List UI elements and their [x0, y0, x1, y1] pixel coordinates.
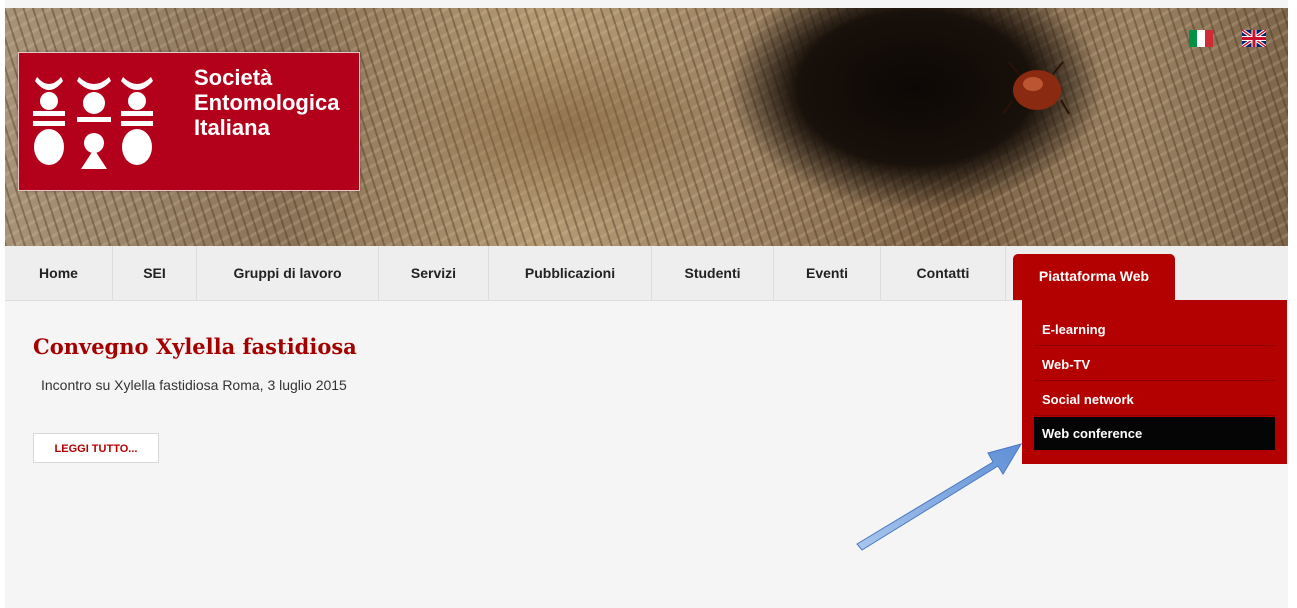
nav-studenti[interactable]: Studenti — [652, 246, 774, 300]
nav-servizi[interactable]: Servizi — [379, 246, 489, 300]
page: Società Entomologica Italiana Home SEI G… — [5, 0, 1288, 608]
header-banner: Società Entomologica Italiana — [5, 8, 1288, 246]
ant-logo-icon — [33, 77, 153, 169]
nav-contatti[interactable]: Contatti — [881, 246, 1006, 300]
main-nav: Home SEI Gruppi di lavoro Servizi Pubbli… — [5, 246, 1288, 301]
uk-flag-icon[interactable] — [1242, 30, 1266, 47]
logo-line-2: Entomologica — [194, 90, 340, 115]
dropdown-item-e-learning[interactable]: E-learning — [1034, 313, 1275, 346]
piattaforma-web-dropdown: E-learning Web-TV Social network Web con… — [1022, 300, 1287, 464]
nav-gruppi-di-lavoro[interactable]: Gruppi di lavoro — [197, 246, 379, 300]
article-text: Incontro su Xylella fastidiosa Roma, 3 l… — [41, 377, 347, 393]
nav-eventi[interactable]: Eventi — [774, 246, 881, 300]
dropdown-item-web-tv[interactable]: Web-TV — [1034, 348, 1275, 381]
logo-text: Società Entomologica Italiana — [194, 65, 339, 140]
read-more-button[interactable]: LEGGI TUTTO... — [33, 433, 159, 463]
ant-photo — [1003, 61, 1070, 115]
article-title[interactable]: Convegno Xylella fastidiosa — [33, 334, 357, 359]
annotation-arrow-icon — [856, 443, 1023, 551]
dropdown-item-web-conference[interactable]: Web conference — [1034, 417, 1275, 450]
italian-flag-icon[interactable] — [1189, 30, 1213, 47]
site-logo[interactable]: Società Entomologica Italiana — [18, 52, 360, 191]
nav-piattaforma-web[interactable]: Piattaforma Web — [1013, 254, 1175, 300]
nav-sei[interactable]: SEI — [113, 246, 197, 300]
dropdown-item-social-network[interactable]: Social network — [1034, 383, 1275, 416]
logo-line-1: Società — [194, 65, 273, 90]
logo-line-3: Italiana — [194, 115, 270, 140]
nav-home[interactable]: Home — [5, 246, 113, 300]
nav-pubblicazioni[interactable]: Pubblicazioni — [489, 246, 652, 300]
